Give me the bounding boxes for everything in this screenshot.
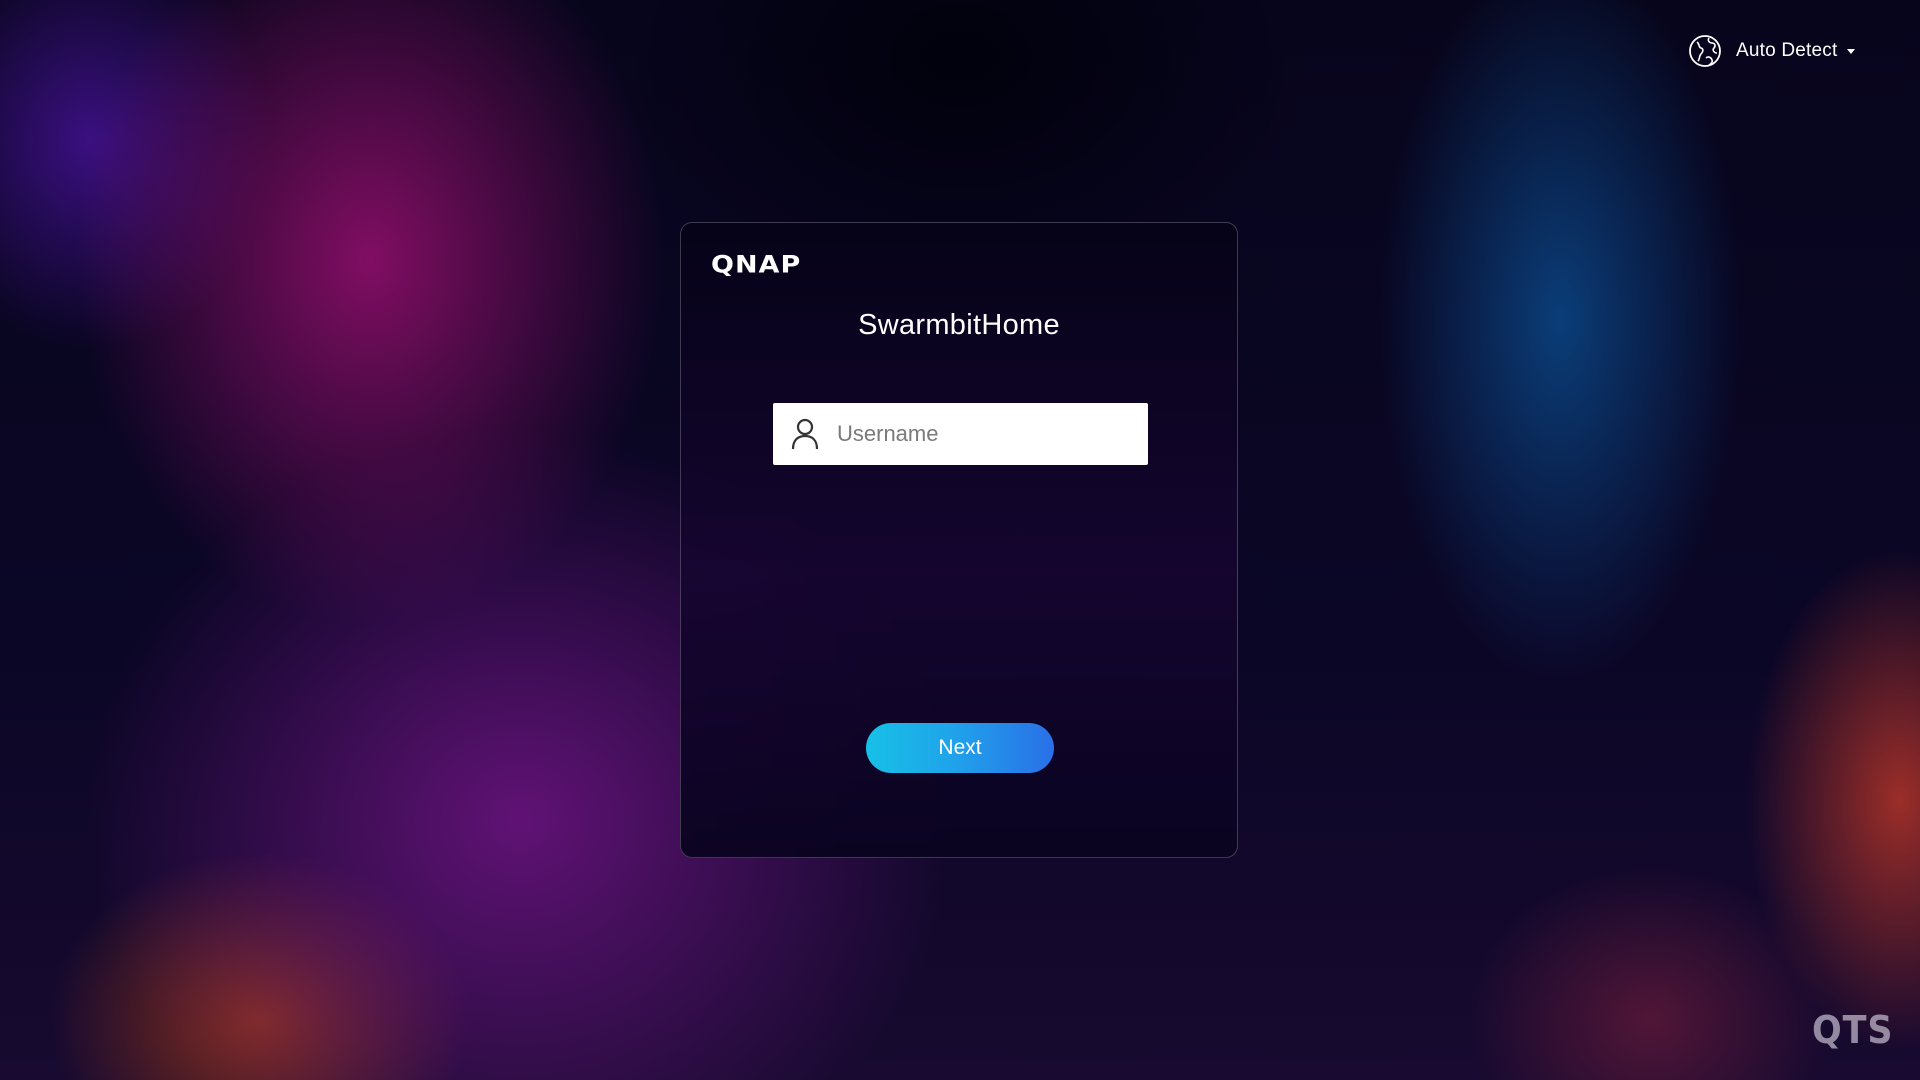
qts-logo: QTS [1812, 1008, 1894, 1052]
chevron-down-icon [1847, 48, 1856, 54]
device-name: SwarmbitHome [858, 309, 1060, 341]
username-input[interactable] [835, 413, 1129, 455]
next-button[interactable]: Next [866, 723, 1054, 773]
language-label: Auto Detect [1736, 40, 1838, 61]
language-selector[interactable]: Auto Detect [1688, 34, 1856, 68]
user-icon [789, 416, 821, 452]
qnap-logo: QNAP [711, 251, 802, 279]
username-field[interactable] [773, 403, 1148, 465]
globe-icon [1688, 34, 1722, 68]
login-card: QNAP SwarmbitHome Next [680, 222, 1238, 858]
